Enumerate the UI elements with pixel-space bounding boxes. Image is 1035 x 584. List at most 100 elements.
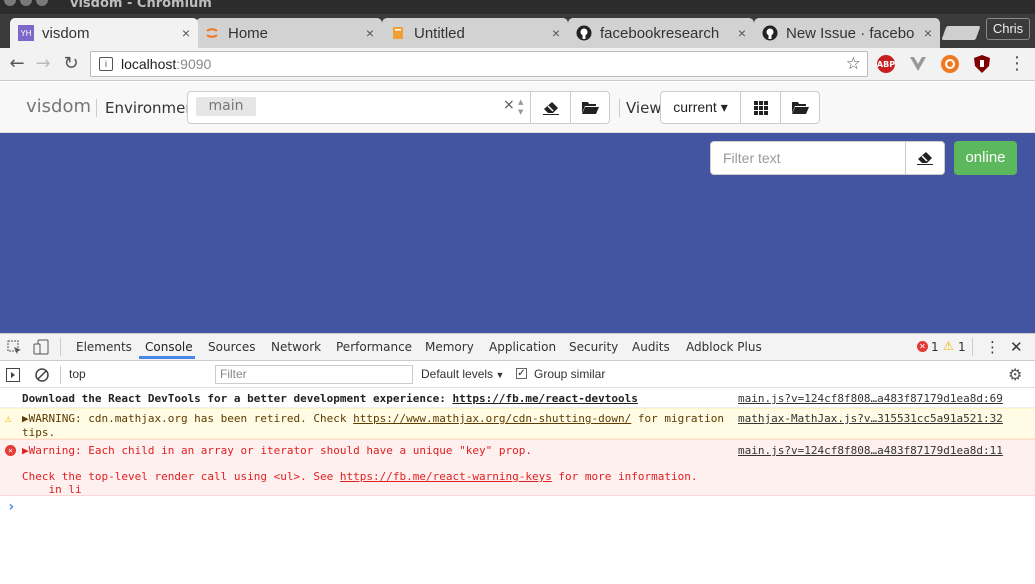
group-similar-label: Group similar xyxy=(534,367,606,381)
forward-arrow-icon[interactable]: → xyxy=(32,53,54,75)
context-select[interactable]: top xyxy=(65,364,205,384)
devtools-tab-security[interactable]: Security xyxy=(569,340,618,354)
tab-close-icon[interactable]: × xyxy=(366,25,374,41)
context-select-label: top xyxy=(69,367,86,381)
environment-chip-main[interactable]: main xyxy=(196,97,256,116)
profile-button[interactable]: Chris xyxy=(986,18,1030,40)
connection-status-button[interactable]: online xyxy=(954,141,1017,175)
devtools-menu-icon[interactable]: ⋮ xyxy=(985,338,1000,356)
tab-label: Untitled xyxy=(414,24,465,42)
tab-close-icon[interactable]: × xyxy=(924,25,932,41)
console-message-warning: ⚠ ▶WARNING: cdn.mathjax.org has been ret… xyxy=(0,408,1035,439)
devtools-tab-network[interactable]: Network xyxy=(271,340,321,354)
message-text: Check the top-level render call using <u… xyxy=(22,470,340,483)
message-text: for more information. xyxy=(551,470,698,483)
window-maximize-button[interactable] xyxy=(36,0,48,6)
tab-new-issue[interactable]: New Issue · facebo × xyxy=(754,18,940,48)
devtools-tab-application[interactable]: Application xyxy=(489,340,556,354)
sidebar-toggle-icon[interactable] xyxy=(6,367,20,386)
adblock-plus-icon[interactable]: ABP xyxy=(877,55,895,73)
mathjax-link[interactable]: https://www.mathjax.org/cdn-shutting-dow… xyxy=(353,412,631,425)
address-bar[interactable]: i localhost:9090 ☆ xyxy=(90,51,868,77)
clear-environment-button[interactable] xyxy=(530,91,571,124)
repack-layout-button[interactable] xyxy=(740,91,781,124)
window-minimize-button[interactable] xyxy=(20,0,32,6)
device-toolbar-icon[interactable] xyxy=(33,339,49,359)
message-source-link[interactable]: main.js?v=124cf8f808…a483f87179d1ea8d:11 xyxy=(738,444,1003,457)
react-devtools-link[interactable]: https://fb.me/react-devtools xyxy=(452,392,637,405)
github-icon xyxy=(762,25,778,41)
back-arrow-icon[interactable]: ← xyxy=(6,53,28,75)
devtools-tab-sources[interactable]: Sources xyxy=(208,340,255,354)
message-text[interactable]: ▶Warning: Each child in an array or iter… xyxy=(22,444,532,457)
environment-clear-icon[interactable]: × xyxy=(503,97,515,113)
eraser-icon xyxy=(917,152,933,165)
error-count[interactable]: 1 xyxy=(931,340,939,354)
tab-visdom[interactable]: YH visdom × xyxy=(10,18,198,48)
github-icon xyxy=(576,25,592,41)
message-text: Download the React DevTools for a better… xyxy=(22,392,453,405)
address-port: :9090 xyxy=(176,56,212,72)
vue-devtools-icon[interactable] xyxy=(909,55,927,73)
devtools-tab-adblock-plus[interactable]: Adblock Plus xyxy=(686,340,762,354)
console-settings-gear-icon[interactable]: ⚙ xyxy=(1008,365,1022,384)
log-levels-dropdown[interactable]: Default levels ▼ xyxy=(421,367,504,381)
folder-open-icon xyxy=(581,102,599,114)
devtools-tab-elements[interactable]: Elements xyxy=(76,340,132,354)
error-count-icon: ✕ xyxy=(917,341,928,352)
window-close-button[interactable] xyxy=(4,0,16,6)
view-select-dropdown[interactable]: current ▾ xyxy=(660,91,741,124)
visdom-brand[interactable]: visdom xyxy=(26,96,91,117)
clear-filter-button[interactable] xyxy=(905,141,945,175)
inspect-element-icon[interactable] xyxy=(7,340,22,359)
devtools-divider xyxy=(972,338,973,356)
clear-console-icon[interactable] xyxy=(35,367,49,386)
group-similar-checkbox[interactable]: ✓ xyxy=(516,368,527,379)
tab-home[interactable]: Home × xyxy=(196,18,382,48)
console-prompt-icon[interactable]: › xyxy=(7,499,15,515)
message-source-link[interactable]: mathjax-MathJax.js?v…315531cc5a91a521:32 xyxy=(738,412,1003,425)
window-titlebar: visdom - Chromium xyxy=(0,0,1035,14)
tab-facebookresearch[interactable]: facebookresearch × xyxy=(568,18,754,48)
devtools-tab-memory[interactable]: Memory xyxy=(425,340,474,354)
tab-untitled[interactable]: Untitled × xyxy=(382,18,568,48)
tab-close-icon[interactable]: × xyxy=(182,25,190,41)
tab-label: Home xyxy=(228,24,269,42)
grid-icon xyxy=(753,100,768,115)
console-filter-input[interactable]: Filter xyxy=(215,365,413,384)
devtools-tab-console[interactable]: Console xyxy=(145,340,193,354)
devtools-divider xyxy=(60,338,61,356)
page-info-icon[interactable]: i xyxy=(99,57,113,71)
environment-spinner-icon[interactable]: ▲ ▼ xyxy=(518,97,523,117)
bookmark-star-icon[interactable]: ☆ xyxy=(846,54,861,74)
extension-target-icon[interactable] xyxy=(941,55,959,73)
tab-close-icon[interactable]: × xyxy=(552,25,560,41)
header-divider xyxy=(96,99,97,117)
tab-close-icon[interactable]: × xyxy=(738,25,746,41)
active-tab-indicator xyxy=(139,356,195,359)
warning-count[interactable]: 1 xyxy=(958,340,966,354)
warning-icon: ⚠ xyxy=(5,412,12,425)
ublock-shield-icon[interactable] xyxy=(973,55,991,73)
reload-icon[interactable]: ↻ xyxy=(60,53,82,75)
message-text[interactable]: ▶WARNING: cdn.mathjax.org has been retir… xyxy=(22,412,353,425)
address-host: localhost xyxy=(121,56,177,72)
react-warning-keys-link[interactable]: https://fb.me/react-warning-keys xyxy=(340,470,552,483)
devtools-tab-performance[interactable]: Performance xyxy=(336,340,412,354)
header-divider xyxy=(619,99,620,117)
message-source-link[interactable]: main.js?v=124cf8f808…a483f87179d1ea8d:69 xyxy=(738,392,1003,405)
filter-text-input[interactable]: Filter text xyxy=(710,141,906,175)
browser-menu-icon[interactable]: ⋮ xyxy=(1007,53,1027,75)
tab-label: visdom xyxy=(42,24,90,42)
new-tab-button[interactable] xyxy=(941,26,981,40)
manage-environments-button[interactable] xyxy=(570,91,610,124)
console-output: Download the React DevTools for a better… xyxy=(0,388,1035,584)
manage-views-button[interactable] xyxy=(780,91,820,124)
console-message-info: Download the React DevTools for a better… xyxy=(0,388,1035,408)
devtools-tab-audits[interactable]: Audits xyxy=(632,340,670,354)
folder-open-icon xyxy=(791,102,809,114)
eraser-icon xyxy=(542,101,559,115)
visdom-favicon-icon: YH xyxy=(18,25,34,41)
message-stack-line: in li xyxy=(22,483,82,496)
devtools-close-icon[interactable]: ✕ xyxy=(1010,338,1023,356)
